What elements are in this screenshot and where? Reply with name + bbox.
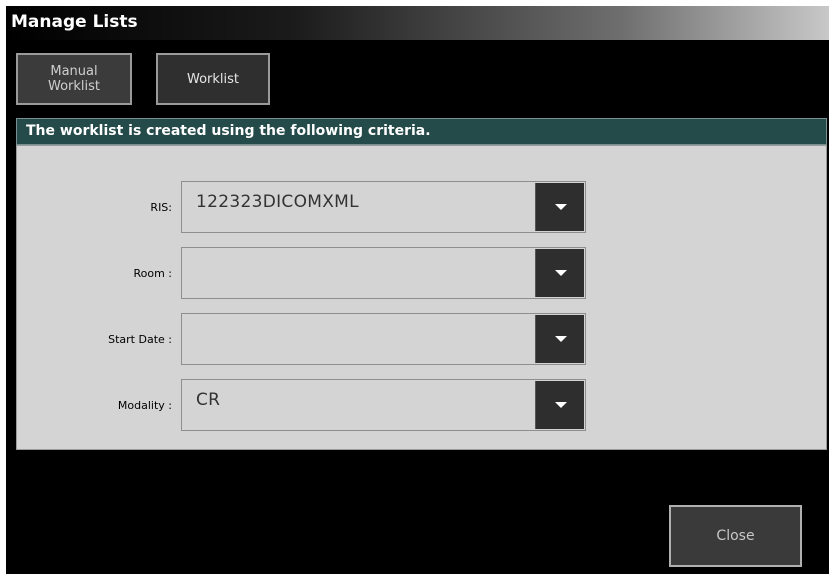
modality-value: CR bbox=[196, 390, 221, 410]
room-label: Room : bbox=[133, 267, 172, 280]
window-title: Manage Lists bbox=[11, 12, 138, 32]
start-date-label: Start Date : bbox=[108, 333, 172, 346]
ris-label: RIS: bbox=[150, 201, 172, 214]
manual-worklist-label: Manual Worklist bbox=[47, 64, 100, 94]
worklist-button[interactable]: Worklist bbox=[156, 53, 270, 105]
worklist-label: Worklist bbox=[186, 71, 239, 87]
modality-label: Modality : bbox=[117, 399, 172, 412]
chevron-down-icon bbox=[555, 336, 567, 342]
ris-select[interactable]: 122323DICOMXML bbox=[181, 181, 586, 233]
manual-worklist-button[interactable]: Manual Worklist bbox=[16, 53, 132, 105]
title-bar: Manage Lists bbox=[6, 6, 829, 40]
modality-select[interactable]: CR bbox=[181, 379, 586, 431]
criteria-panel: RIS: 122323DICOMXML Room : Start Date : … bbox=[16, 145, 827, 450]
close-button[interactable]: Close bbox=[669, 505, 802, 567]
ris-value: 122323DICOMXML bbox=[196, 192, 359, 212]
start-date-dropdown-button[interactable] bbox=[535, 315, 584, 363]
start-date-select[interactable] bbox=[181, 313, 586, 365]
chevron-down-icon bbox=[555, 270, 567, 276]
ris-dropdown-button[interactable] bbox=[535, 183, 584, 231]
chevron-down-icon bbox=[555, 402, 567, 408]
criteria-header: The worklist is created using the follow… bbox=[16, 118, 827, 145]
close-label: Close bbox=[716, 528, 755, 544]
manage-lists-window: Manage Lists Manual Worklist Worklist Th… bbox=[6, 6, 829, 574]
room-select[interactable] bbox=[181, 247, 586, 299]
modality-dropdown-button[interactable] bbox=[535, 381, 584, 429]
chevron-down-icon bbox=[555, 204, 567, 210]
room-dropdown-button[interactable] bbox=[535, 249, 584, 297]
